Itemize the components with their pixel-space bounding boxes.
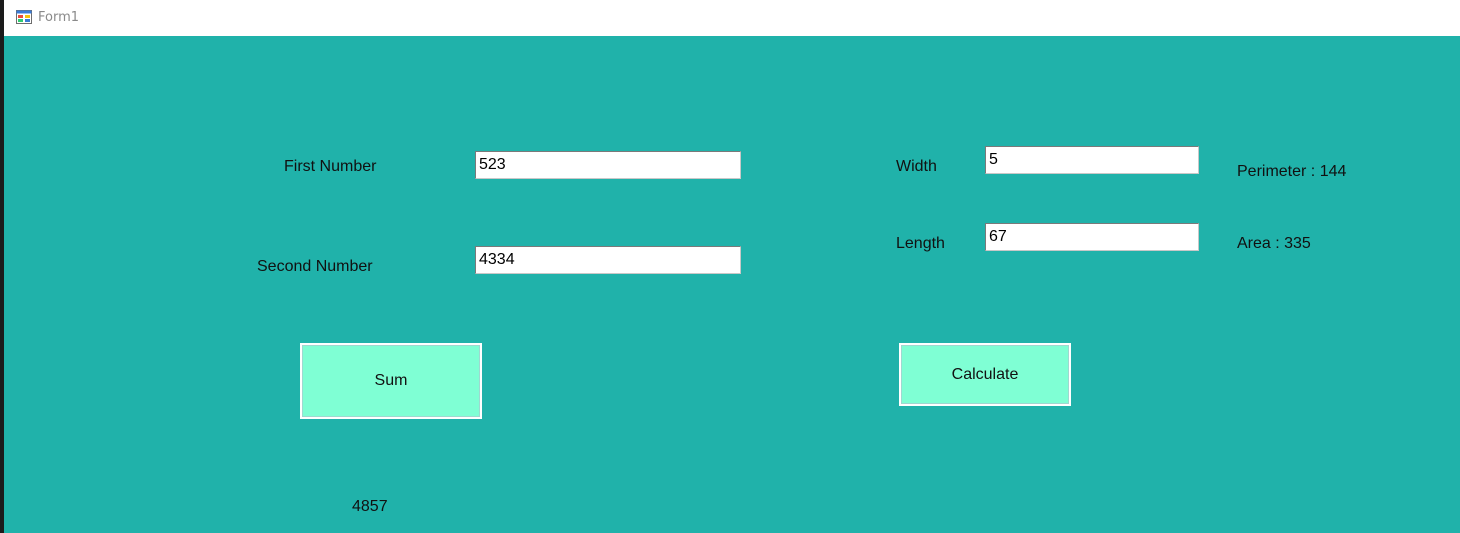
form1-window: Form1 First Number Second Number Sum 485… [4, 0, 1460, 533]
window-title: Form1 [38, 10, 80, 25]
width-label: Width [896, 158, 937, 175]
second-number-label: Second Number [257, 258, 373, 275]
width-input[interactable] [985, 146, 1199, 174]
sum-result-label: 4857 [352, 498, 388, 515]
length-input[interactable] [985, 223, 1199, 251]
sum-button[interactable]: Sum [300, 343, 482, 419]
area-label: Area : 335 [1237, 235, 1311, 252]
form-client-area: First Number Second Number Sum 4857 Widt… [4, 36, 1460, 533]
calculate-button[interactable]: Calculate [899, 343, 1071, 406]
first-number-label: First Number [284, 158, 377, 175]
length-label: Length [896, 235, 945, 252]
first-number-input[interactable] [475, 151, 741, 179]
form-app-icon [16, 9, 32, 25]
title-bar[interactable]: Form1 [4, 0, 1460, 36]
second-number-input[interactable] [475, 246, 741, 274]
perimeter-label: Perimeter : 144 [1237, 163, 1347, 180]
